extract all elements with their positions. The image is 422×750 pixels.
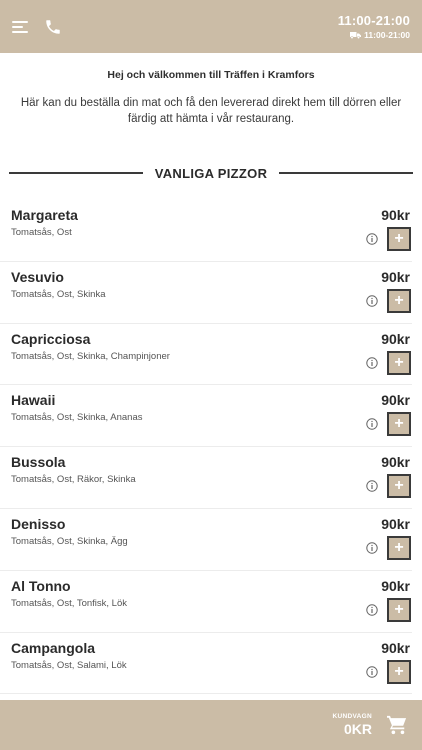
delivery-hours: 11:00-21:00 [338, 30, 410, 40]
info-icon[interactable] [366, 418, 378, 431]
menu-item: Denisso Tomatsås, Ost, Skinka, Ägg 90kr … [0, 509, 412, 571]
menu-item: Bussola Tomatsås, Ost, Räkor, Skinka 90k… [0, 447, 412, 509]
item-price: 90kr [381, 392, 410, 409]
item-ingredients: Tomatsås, Ost, Skinka, Champinjoner [11, 350, 170, 362]
item-name: Campangola [11, 639, 96, 656]
welcome-text: Här kan du beställa din mat och få den l… [20, 97, 402, 125]
item-ingredients: Tomatsås, Ost, Skinka [11, 288, 106, 300]
menu-item: Al Tonno Tomatsås, Ost, Tonfisk, Lök 90k… [0, 571, 412, 633]
item-ingredients: Tomatsås, Ost, Salami, Lök [11, 659, 127, 671]
info-icon[interactable] [366, 604, 378, 616]
item-name: Hawaii [11, 392, 56, 409]
item-ingredients: Tomatsås, Ost, Skinka, Ananas [11, 412, 143, 424]
add-to-cart-button[interactable]: + [387, 288, 411, 313]
opening-hours: 11:00-21:00 11:00-21:00 [338, 13, 410, 40]
add-to-cart-button[interactable]: + [387, 474, 411, 499]
cart-bar[interactable]: KUNDVAGN 0KR [0, 700, 422, 750]
info-icon[interactable] [366, 233, 378, 245]
section-title: VANLIGA PIZZOR [154, 165, 268, 181]
add-to-cart-button[interactable]: + [387, 659, 411, 684]
info-icon[interactable] [366, 295, 378, 307]
item-price: 90kr [381, 515, 410, 532]
opening-hours-text: 11:00-21:00 [337, 13, 410, 28]
add-to-cart-button[interactable]: + [387, 350, 411, 375]
cart-total: 0KR [343, 721, 372, 737]
menu-item: Capricciosa Tomatsås, Ost, Skinka, Champ… [0, 324, 412, 386]
menu-item: Vesuvio Tomatsås, Ost, Skinka 90kr + [0, 262, 412, 324]
menu-icon[interactable] [12, 20, 30, 34]
item-ingredients: Tomatsås, Ost, Räkor, Skinka [11, 474, 136, 486]
info-icon[interactable] [366, 356, 378, 369]
info-icon[interactable] [366, 480, 378, 492]
item-name: Vesuvio [11, 268, 64, 285]
divider [279, 172, 413, 174]
item-name: Margareta [11, 207, 78, 223]
truck-icon [350, 32, 362, 39]
item-name: Al Tonno [11, 577, 71, 594]
item-price: 90kr [381, 207, 410, 223]
add-to-cart-button[interactable]: + [387, 597, 411, 622]
item-price: 90kr [381, 330, 410, 347]
item-ingredients: Tomatsås, Ost, Tonfisk, Lök [11, 597, 127, 609]
info-icon[interactable] [366, 542, 378, 554]
item-price: 90kr [381, 268, 410, 285]
menu-item: Campangola Tomatsås, Ost, Salami, Lök 90… [0, 633, 412, 695]
cart-icon[interactable] [386, 715, 408, 735]
section-heading: VANLIGA PIZZOR [9, 164, 413, 182]
item-name: Capricciosa [11, 330, 91, 347]
divider [9, 172, 143, 174]
info-icon[interactable] [366, 665, 378, 678]
add-to-cart-button[interactable]: + [387, 412, 411, 437]
item-ingredients: Tomatsås, Ost, Skinka, Ägg [11, 535, 128, 547]
welcome-title: Hej och välkommen till Träffen i Kramfor… [107, 69, 315, 81]
add-to-cart-button[interactable]: + [387, 227, 411, 251]
welcome-section: Hej och välkommen till Träffen i Kramfor… [0, 69, 422, 127]
menu-item: Margareta Tomatsås, Ost 90kr + [0, 200, 412, 262]
item-name: Denisso [11, 515, 66, 532]
cart-label: KUNDVAGN [332, 713, 372, 720]
add-to-cart-button[interactable]: + [387, 535, 411, 560]
delivery-hours-text: 11:00-21:00 [364, 30, 410, 40]
item-price: 90kr [381, 577, 410, 594]
menu-item: Hawaii Tomatsås, Ost, Skinka, Ananas 90k… [0, 385, 412, 448]
item-price: 90kr [381, 454, 410, 471]
cart-summary: KUNDVAGN 0KR [333, 713, 372, 737]
top-bar: 11:00-21:00 11:00-21:00 [0, 0, 422, 53]
item-name: Bussola [11, 454, 66, 471]
phone-icon[interactable] [44, 18, 62, 36]
item-price: 90kr [381, 639, 410, 656]
menu-list: Margareta Tomatsås, Ost 90kr + Vesuvio T… [0, 200, 422, 695]
item-ingredients: Tomatsås, Ost [11, 227, 72, 238]
